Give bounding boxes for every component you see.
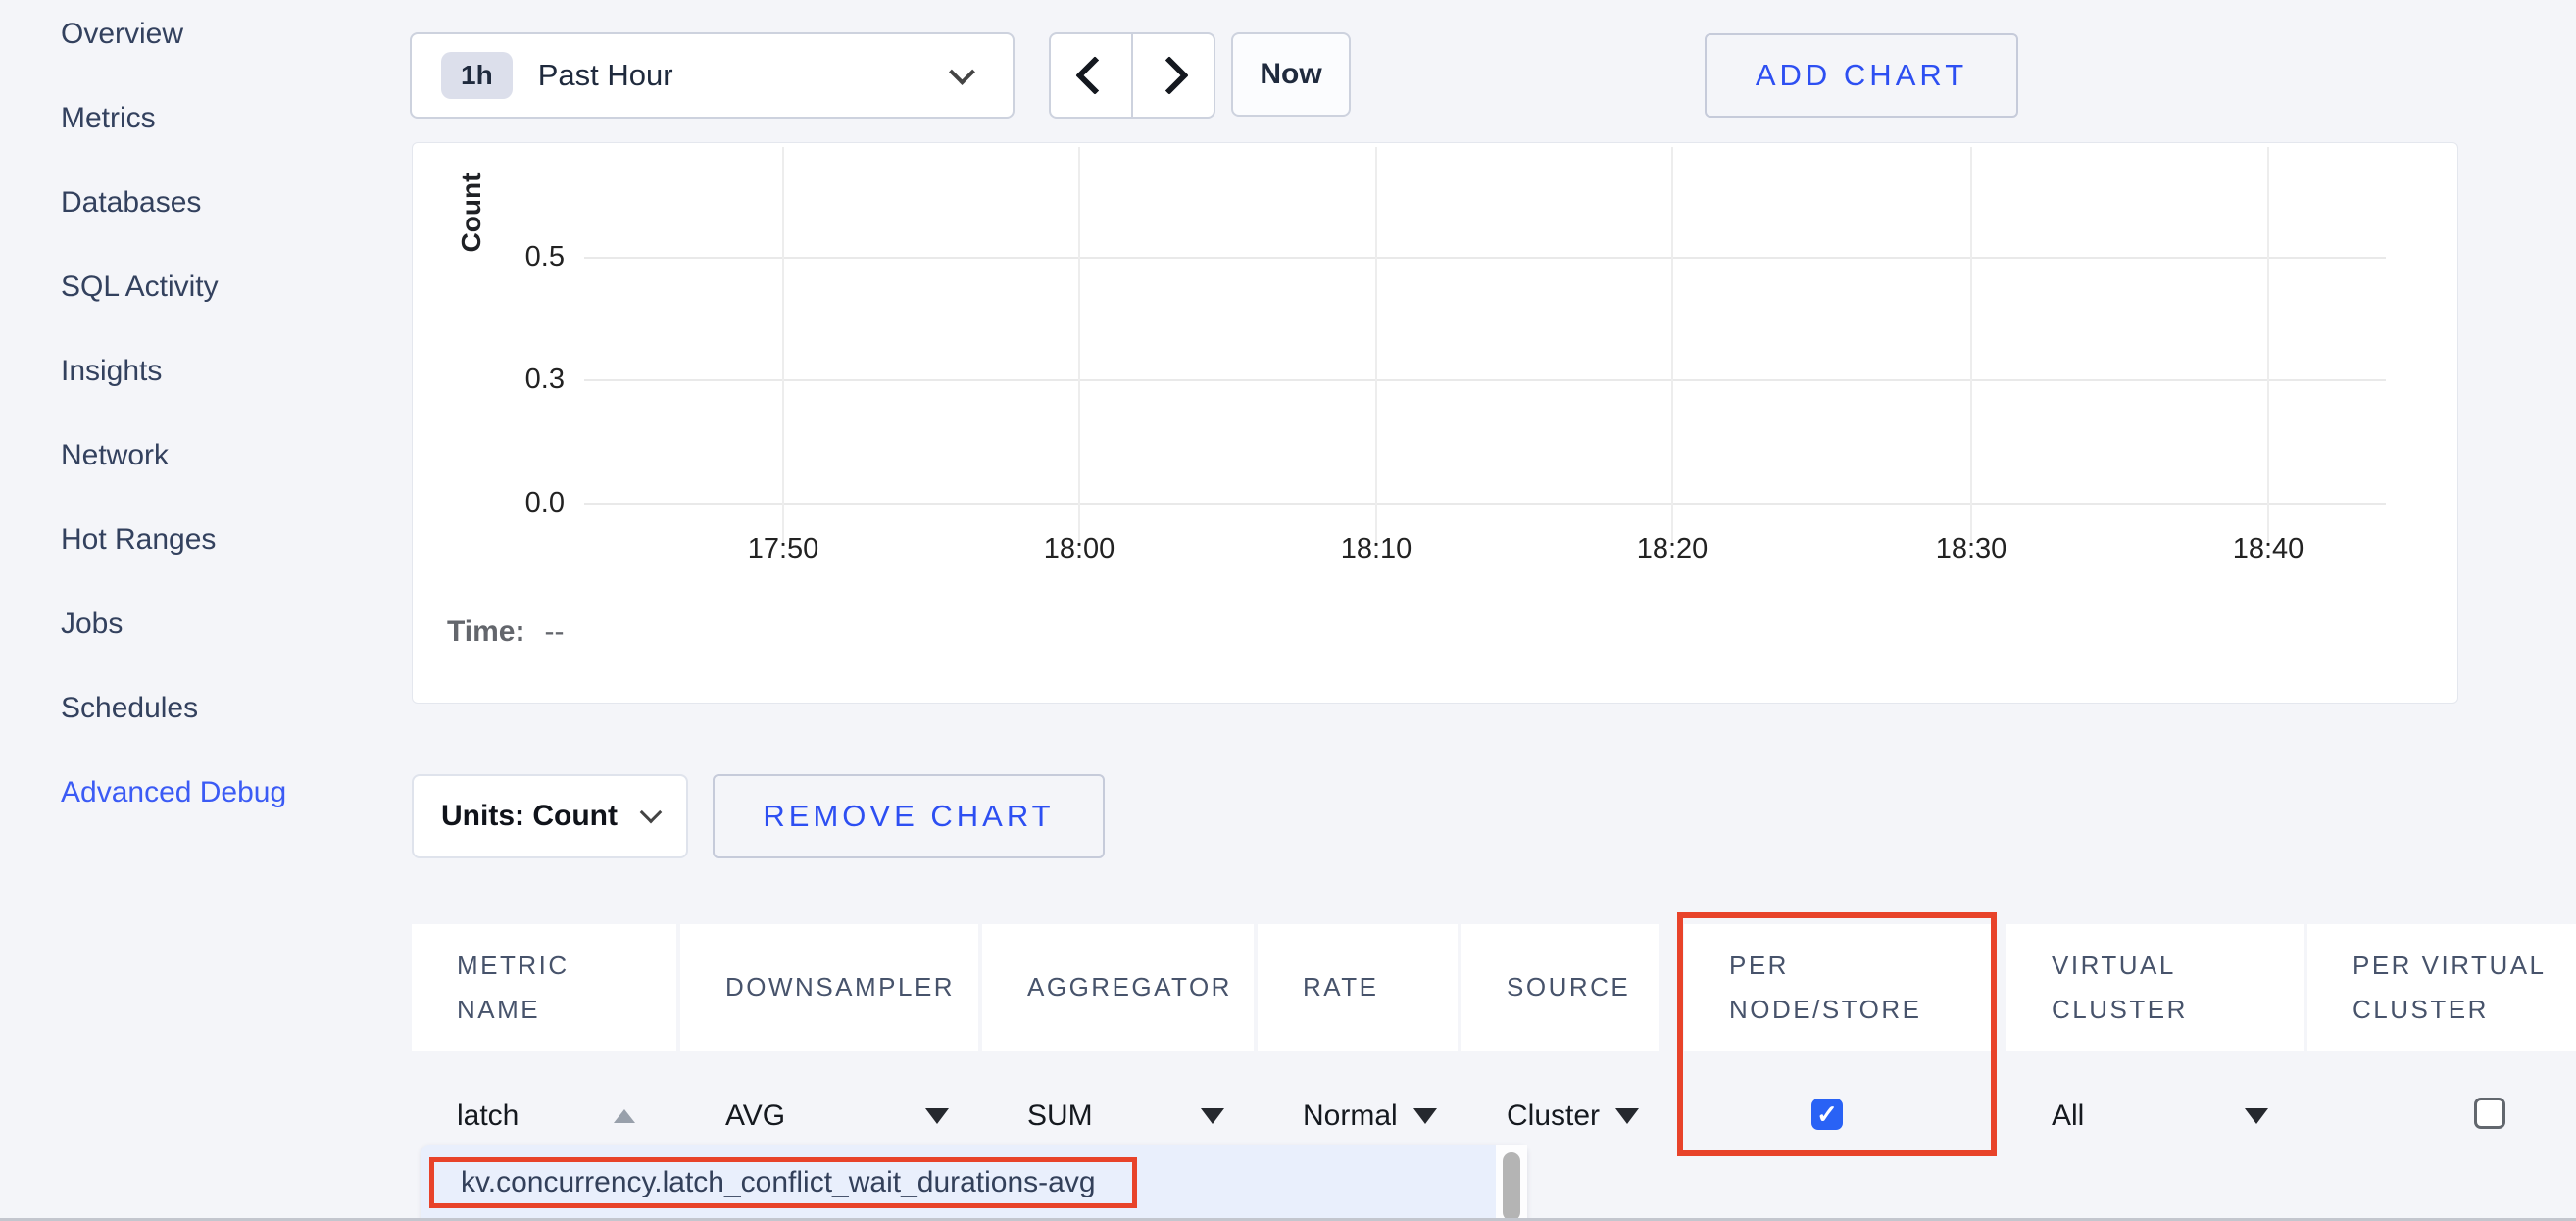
sidebar-item-label: SQL Activity (61, 270, 219, 304)
gridline-vertical (2267, 147, 2269, 543)
scrollbar-thumb[interactable] (1503, 1152, 1520, 1221)
chevron-down-icon (2245, 1108, 2268, 1124)
advanced-debug-custom-chart-page: Overview Metrics Databases SQL Activity … (0, 0, 2576, 1221)
chevron-down-icon (1413, 1108, 1437, 1124)
chevron-right-icon (1150, 56, 1189, 95)
gridline-vertical (782, 147, 784, 543)
sidebar-item-overview[interactable]: Overview (0, 0, 402, 76)
chevron-down-icon (1201, 1108, 1224, 1124)
sidebar-item-insights[interactable]: Insights (0, 329, 402, 414)
per-node-store-checkbox[interactable] (1811, 1099, 1843, 1130)
chevron-left-icon (1075, 56, 1115, 95)
sidebar-item-label: Insights (61, 355, 162, 388)
y-tick-label: 0.5 (476, 241, 565, 273)
x-tick-label: 18:10 (1317, 533, 1435, 565)
metric-suggestions-dropdown: kv.concurrency.latch_conflict_wait_durat… (421, 1145, 1527, 1221)
sidebar: Overview Metrics Databases SQL Activity … (0, 0, 402, 835)
gridline-vertical (1970, 147, 1972, 543)
sidebar-item-advanced-debug[interactable]: Advanced Debug (0, 751, 402, 835)
sidebar-item-label: Network (61, 439, 169, 472)
previous-time-button[interactable] (1051, 34, 1131, 117)
time-readout-value: -- (544, 615, 564, 648)
aggregator-value: SUM (1027, 1099, 1201, 1133)
per-virtual-cluster-checkbox[interactable] (2474, 1098, 2505, 1129)
sidebar-item-hot-ranges[interactable]: Hot Ranges (0, 498, 402, 582)
sidebar-item-label: Jobs (61, 608, 123, 641)
source-value: Cluster (1507, 1099, 1600, 1133)
sidebar-item-sql-activity[interactable]: SQL Activity (0, 245, 402, 329)
column-header-rate: RATE (1258, 924, 1458, 1051)
column-header-metric-name: METRIC NAME (412, 924, 676, 1051)
next-time-button[interactable] (1131, 34, 1214, 117)
x-tick-label: 18:40 (2209, 533, 2327, 565)
gridline-vertical (1078, 147, 1080, 543)
chevron-down-icon (949, 59, 975, 85)
sidebar-item-schedules[interactable]: Schedules (0, 666, 402, 751)
x-tick-label: 17:50 (724, 533, 842, 565)
add-chart-label: ADD CHART (1756, 58, 1967, 93)
hover-time-readout: Time: -- (447, 615, 564, 649)
gridline-horizontal (584, 503, 2386, 505)
aggregator-select[interactable]: SUM (1027, 1099, 1224, 1133)
sidebar-item-label: Advanced Debug (61, 776, 286, 809)
column-header-aggregator: AGGREGATOR (982, 924, 1254, 1051)
x-tick-label: 18:20 (1613, 533, 1731, 565)
chevron-up-icon (614, 1109, 635, 1123)
sidebar-item-label: Databases (61, 186, 201, 220)
add-chart-button[interactable]: ADD CHART (1705, 33, 2018, 118)
remove-chart-button[interactable]: REMOVE CHART (713, 774, 1105, 858)
gridline-horizontal (584, 257, 2386, 259)
y-tick-label: 0.3 (476, 364, 565, 396)
time-step-buttons (1049, 32, 1215, 119)
metric-name-input[interactable] (457, 1099, 614, 1133)
sidebar-item-metrics[interactable]: Metrics (0, 76, 402, 161)
x-tick-label: 18:30 (1912, 533, 2030, 565)
virtual-cluster-cell: All (2006, 1074, 2304, 1158)
remove-chart-label: REMOVE CHART (763, 799, 1054, 834)
scrollbar-track[interactable] (1496, 1145, 1527, 1221)
downsampler-select[interactable]: AVG (725, 1099, 949, 1133)
column-header-source: SOURCE (1461, 924, 1659, 1051)
x-tick-label: 18:00 (1020, 533, 1138, 565)
rate-value: Normal (1303, 1099, 1398, 1133)
metric-suggestion-label: kv.concurrency.latch_conflict_wait_durat… (461, 1166, 1096, 1199)
sidebar-item-label: Overview (61, 18, 183, 51)
chevron-down-icon (640, 802, 663, 824)
now-button[interactable]: Now (1231, 32, 1351, 117)
time-range-label: Past Hour (538, 58, 953, 93)
sidebar-item-jobs[interactable]: Jobs (0, 582, 402, 666)
chart-card: Count 0.5 0.3 0.0 17:50 18:00 18:10 18:2… (412, 142, 2458, 704)
column-header-virtual-cluster: VIRTUAL CLUSTER (2006, 924, 2304, 1051)
rate-select[interactable]: Normal (1303, 1099, 1458, 1133)
time-range-badge: 1h (441, 52, 513, 99)
column-header-per-node-store: PER NODE/STORE (1684, 924, 1994, 1051)
column-header-downsampler: DOWNSAMPLER (680, 924, 978, 1051)
sidebar-item-databases[interactable]: Databases (0, 161, 402, 245)
gridline-vertical (1375, 147, 1377, 543)
chevron-down-icon (925, 1108, 949, 1124)
gridline-vertical (1671, 147, 1673, 543)
units-select-label: Units: Count (441, 800, 618, 833)
downsampler-value: AVG (725, 1099, 925, 1133)
sidebar-item-label: Schedules (61, 692, 198, 725)
virtual-cluster-select[interactable]: All (2052, 1099, 2268, 1133)
chevron-down-icon (1615, 1108, 1639, 1124)
virtual-cluster-value: All (2052, 1099, 2245, 1133)
source-select[interactable]: Cluster (1507, 1099, 1659, 1133)
y-tick-label: 0.0 (476, 487, 565, 519)
gridline-horizontal (584, 379, 2386, 381)
metric-suggestion-item[interactable]: kv.concurrency.latch_conflict_wait_durat… (461, 1145, 1096, 1221)
time-readout-label: Time: (447, 615, 524, 648)
column-header-per-virtual-cluster: PER VIRTUAL CLUSTER (2307, 924, 2576, 1051)
now-button-label: Now (1260, 58, 1321, 91)
units-select[interactable]: Units: Count (412, 774, 688, 858)
sidebar-item-label: Metrics (61, 102, 156, 135)
sidebar-item-network[interactable]: Network (0, 414, 402, 498)
sidebar-item-label: Hot Ranges (61, 523, 216, 557)
time-range-picker[interactable]: 1h Past Hour (410, 32, 1015, 119)
